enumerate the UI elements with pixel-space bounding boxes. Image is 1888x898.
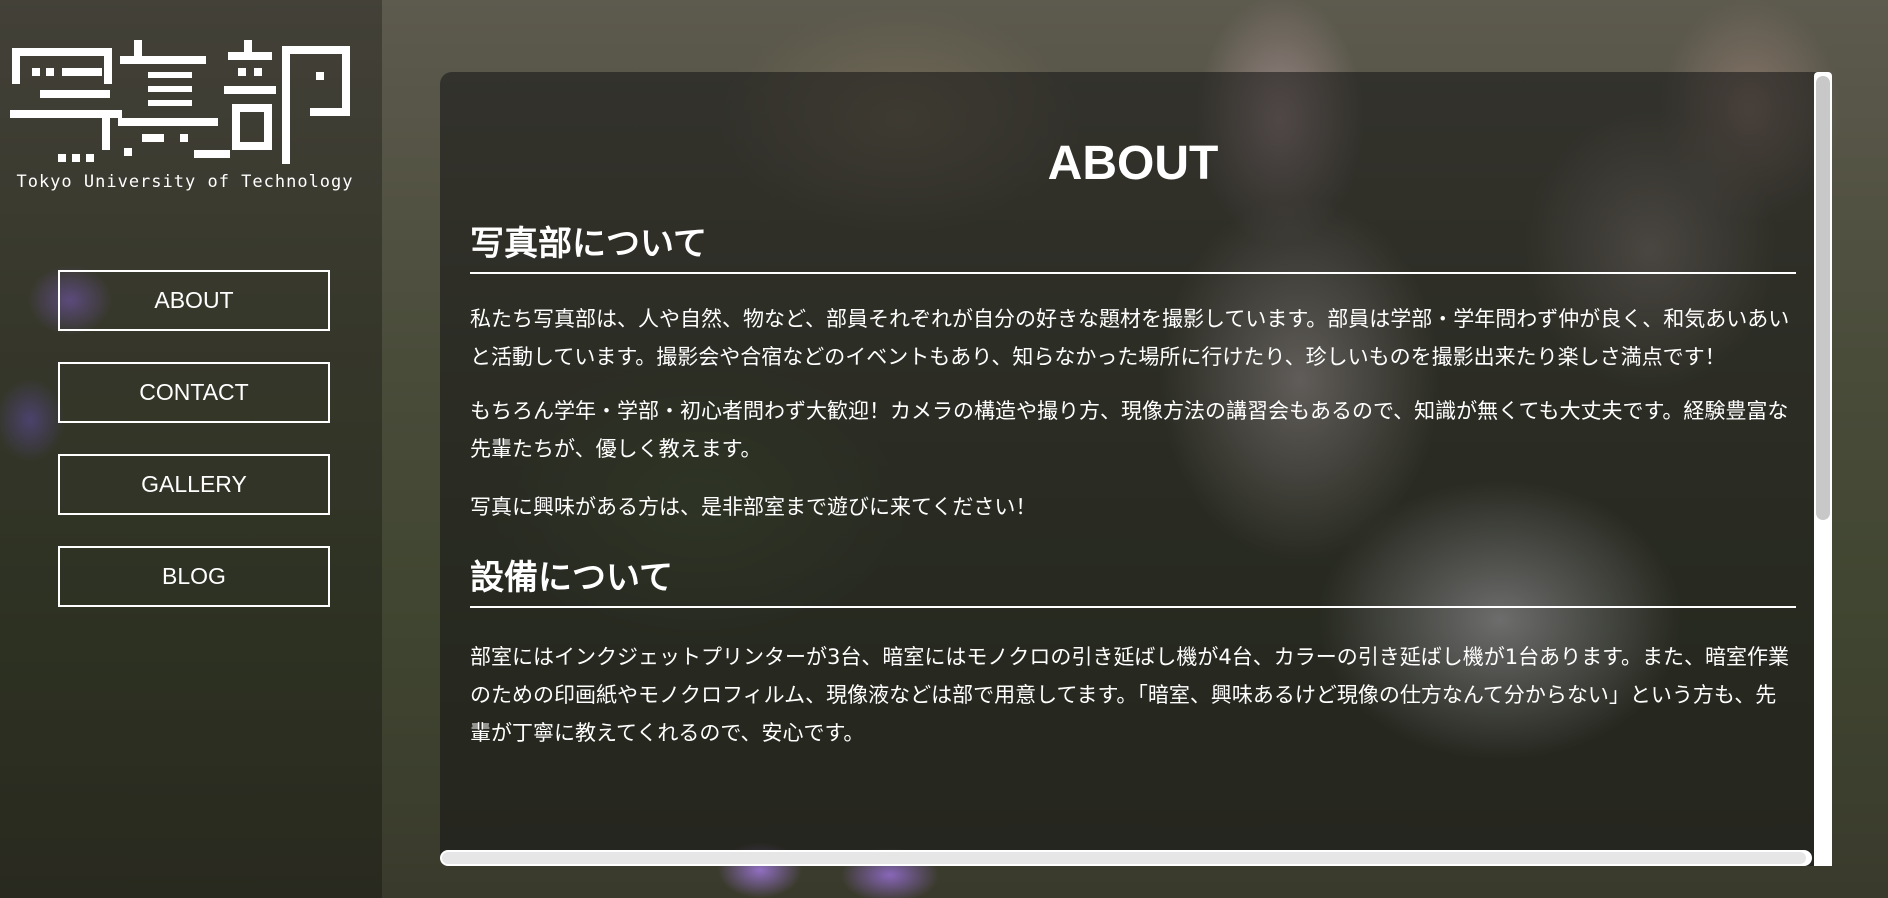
about-paragraph-3: 写真に興味がある方は、是非部室まで遊びに来てください！ [470, 495, 1037, 519]
logo-subtitle: Tokyo University of Technology [16, 172, 354, 192]
nav-blog-button[interactable]: BLOG [58, 546, 330, 607]
section-heading-about-club: 写真部について [470, 222, 1796, 274]
about-paragraph-2: もちろん学年・学部・初心者問わず大歓迎！カメラの構造や撮り方、現像方法の講習会も… [470, 399, 1789, 461]
nav-gallery-button[interactable]: GALLERY [58, 454, 330, 515]
vertical-scrollbar-thumb[interactable] [1816, 76, 1830, 520]
about-paragraph-1: 私たち写真部は、人や自然、物など、部員それぞれが自分の好きな題材を撮影しています… [470, 307, 1790, 369]
section-heading-equipment: 設備について [470, 556, 1796, 608]
nav-about-button[interactable]: ABOUT [58, 270, 330, 331]
content-area: ABOUT 写真部について 私たち写真部は、人や自然、物など、部員それぞれが自分… [470, 72, 1796, 752]
equipment-paragraph: 部室にはインクジェットプリンターが3台、暗室にはモノクロの引き延ばし機が4台、カ… [470, 645, 1789, 745]
vertical-scrollbar[interactable] [1814, 72, 1832, 856]
content-panel[interactable]: ABOUT 写真部について 私たち写真部は、人や自然、物など、部員それぞれが自分… [440, 72, 1832, 866]
horizontal-scrollbar[interactable] [440, 850, 1812, 866]
club-logo-icon [10, 40, 350, 164]
page-title: ABOUT [1047, 137, 1219, 190]
scrollbar-corner [1814, 850, 1832, 866]
club-logo[interactable]: Tokyo University of Technology [10, 38, 360, 198]
nav-contact-button[interactable]: CONTACT [58, 362, 330, 423]
horizontal-scrollbar-thumb[interactable] [442, 852, 1806, 864]
sidebar: Tokyo University of Technology ABOUT CON… [0, 0, 382, 898]
